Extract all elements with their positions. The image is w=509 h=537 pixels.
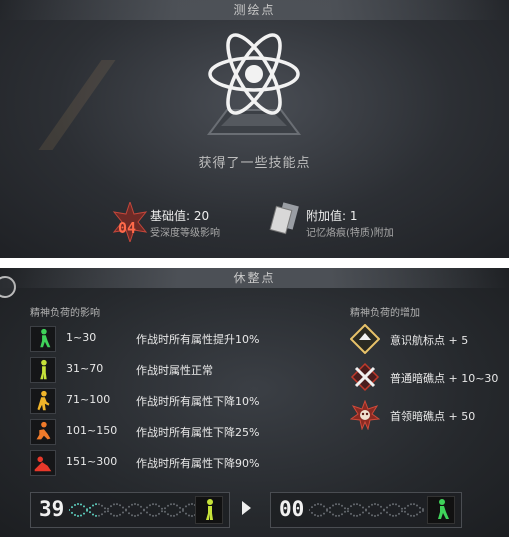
load-effect: 作战时所有属性下降90% (136, 457, 260, 470)
rest-point-panel: 休整点 精神负荷的影响 精神负荷的增加 1~30 作战时所有属性提升10% 31~7… (0, 268, 509, 537)
load-effect: 作战时属性正常 (136, 364, 213, 377)
load-range: 31~70 (66, 362, 104, 375)
load-before-value: 39 (39, 497, 65, 521)
load-status-figure-icon (195, 496, 223, 524)
increase-item: 普通暗礁点 + 10~30 (350, 362, 509, 392)
increase-item: 意识航标点 + 5 (350, 324, 509, 354)
load-before-box: 39 (30, 492, 230, 528)
dna-strand-icon (69, 503, 199, 517)
load-range: 1~30 (66, 331, 97, 344)
star-badge-icon: 04 (112, 200, 148, 244)
mental-load-figure-icon (30, 419, 56, 445)
base-value-label: 基础值: 20 (150, 209, 210, 223)
load-after-value: 00 (279, 497, 305, 521)
increase-text: 普通暗礁点 + 10~30 (390, 372, 499, 385)
mental-load-figure-icon (30, 450, 56, 476)
load-effect: 作战时所有属性下降25% (136, 426, 260, 439)
influence-row: 1~30 作战时所有属性提升10% (30, 326, 290, 352)
base-value-note: 受深度等级影响 (150, 228, 220, 239)
depth-level-number: 04 (118, 219, 137, 237)
gained-message: 获得了一些技能点 (198, 156, 311, 171)
additional-value-note: 记忆烙痕(特质)附加 (306, 228, 394, 239)
load-range: 151~300 (66, 455, 118, 468)
cards-icon (268, 202, 302, 238)
arrow-right-icon (242, 501, 251, 515)
mental-load-figure-icon (30, 326, 56, 352)
increase-text: 首领暗礁点 + 50 (390, 410, 476, 423)
load-after-box: 00 (270, 492, 462, 528)
dna-strand-icon (309, 503, 424, 517)
background-brush-stroke (0, 60, 116, 150)
influence-row: 71~100 作战时所有属性下降10% (30, 388, 290, 414)
atom-icon (207, 33, 301, 135)
load-range: 71~100 (66, 393, 111, 406)
mental-load-figure-icon (30, 388, 56, 414)
influence-heading: 精神负荷的影响 (30, 308, 100, 319)
mapping-point-panel: 测绘点 获得了一些技能点 04 基础值: 20 受深度等级影响 附加值: 1 记… (0, 0, 509, 258)
influence-row: 101~150 作战时所有属性下降25% (30, 419, 290, 445)
load-effect: 作战时所有属性提升10% (136, 333, 260, 346)
additional-value-label: 附加值: 1 (306, 209, 358, 223)
panel-title: 测绘点 (0, 0, 509, 20)
panel-title: 休整点 (0, 268, 509, 288)
influence-row: 151~300 作战时所有属性下降90% (30, 450, 290, 476)
load-range: 101~150 (66, 424, 118, 437)
mental-load-figure-icon (30, 357, 56, 383)
crossed-swords-icon (350, 362, 380, 392)
increase-heading: 精神负荷的增加 (350, 308, 420, 319)
influence-row: 31~70 作战时属性正常 (30, 357, 290, 383)
load-status-figure-icon (427, 496, 455, 524)
load-effect: 作战时所有属性下降10% (136, 395, 260, 408)
increase-item: 首领暗礁点 + 50 (350, 400, 509, 430)
boss-skull-icon (350, 400, 380, 430)
increase-text: 意识航标点 + 5 (390, 334, 469, 347)
beacon-icon (350, 324, 380, 354)
